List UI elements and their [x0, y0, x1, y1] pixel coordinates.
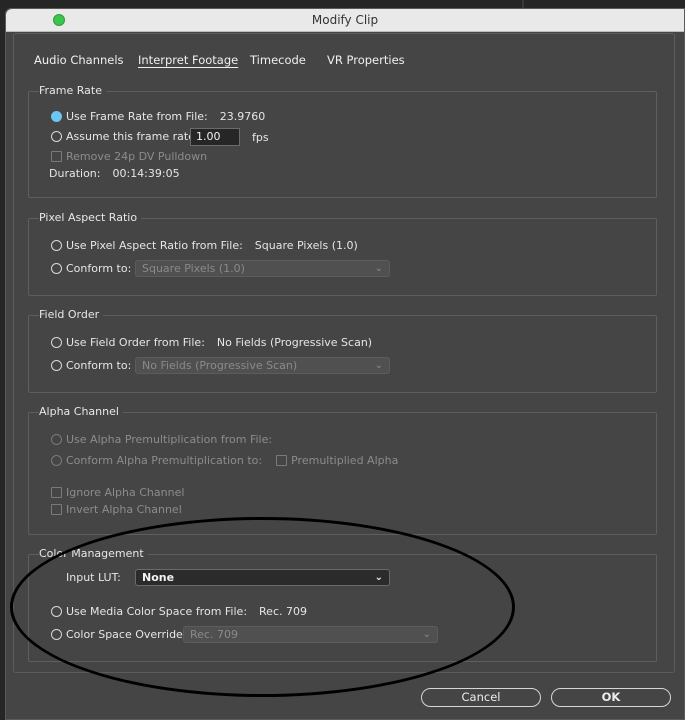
ignore-alpha-checkbox[interactable]	[51, 487, 62, 498]
assume-frame-rate-label: Assume this frame rate:	[66, 130, 199, 143]
pixel-aspect-conform-radio[interactable]	[51, 263, 62, 274]
premultiplied-alpha-checkbox[interactable]	[276, 455, 288, 466]
color-space-override-option[interactable]: Color Space Override:	[51, 628, 187, 641]
remove-pulldown-checkbox[interactable]	[51, 151, 62, 162]
field-order-conform-select[interactable]: No Fields (Progressive Scan) ⌄	[135, 357, 390, 374]
pixel-aspect-conform-label: Conform to:	[66, 262, 132, 275]
field-order-conform-option[interactable]: Conform to:	[51, 359, 131, 372]
field-order-from-file-label: Use Field Order from File:	[66, 336, 205, 349]
ignore-alpha-label: Ignore Alpha Channel	[66, 486, 185, 499]
use-media-color-space-value: Rec. 709	[259, 605, 307, 618]
tab-audio-channels[interactable]: Audio Channels	[34, 53, 124, 67]
field-order-heading: Field Order	[39, 308, 104, 321]
field-order-conform-value: No Fields (Progressive Scan)	[142, 359, 298, 372]
ignore-alpha-option[interactable]: Ignore Alpha Channel	[51, 486, 184, 499]
invert-alpha-checkbox[interactable]	[51, 504, 62, 515]
chevron-down-icon: ⌄	[374, 572, 383, 583]
remove-pulldown-option[interactable]: Remove 24p DV Pulldown	[51, 150, 207, 163]
duration-label: Duration:	[49, 167, 101, 180]
frame-rate-from-file-radio[interactable]	[51, 111, 62, 122]
alpha-premult-conform-radio[interactable]	[51, 455, 62, 466]
alpha-premult-conform-option[interactable]: Conform Alpha Premultiplication to: Prem…	[51, 454, 398, 467]
field-order-group	[28, 315, 657, 393]
color-management-heading: Color Management	[39, 547, 148, 560]
use-media-color-space-option[interactable]: Use Media Color Space from File: Rec. 70…	[51, 605, 307, 618]
pixel-aspect-group	[28, 218, 657, 296]
pixel-aspect-from-file-radio[interactable]	[51, 240, 62, 251]
tab-vr-properties[interactable]: VR Properties	[327, 53, 405, 67]
color-space-override-value: Rec. 709	[190, 628, 238, 641]
ok-button[interactable]: OK	[551, 688, 671, 707]
frame-rate-group	[28, 91, 657, 198]
pixel-aspect-conform-select[interactable]: Square Pixels (1.0) ⌄	[135, 260, 390, 277]
color-space-override-radio[interactable]	[51, 629, 62, 640]
input-lut-label: Input LUT:	[66, 571, 121, 584]
assume-frame-rate-radio[interactable]	[51, 131, 62, 142]
remove-pulldown-label: Remove 24p DV Pulldown	[66, 150, 208, 163]
assume-frame-rate-option[interactable]: Assume this frame rate:	[51, 130, 199, 143]
color-space-override-select[interactable]: Rec. 709 ⌄	[183, 626, 438, 643]
pixel-aspect-from-file-option[interactable]: Use Pixel Aspect Ratio from File: Square…	[51, 239, 358, 252]
alpha-premult-from-file-option[interactable]: Use Alpha Premultiplication from File:	[51, 433, 272, 446]
window-title: Modify Clip	[311, 13, 379, 27]
field-order-from-file-option[interactable]: Use Field Order from File: No Fields (Pr…	[51, 336, 372, 349]
field-order-from-file-value: No Fields (Progressive Scan)	[216, 336, 373, 349]
chevron-down-icon: ⌄	[422, 629, 431, 640]
alpha-channel-heading: Alpha Channel	[39, 405, 123, 418]
invert-alpha-label: Invert Alpha Channel	[66, 503, 182, 516]
field-order-conform-radio[interactable]	[51, 360, 62, 371]
frame-rate-heading: Frame Rate	[39, 84, 106, 97]
frame-rate-from-file-label: Use Frame Rate from File:	[66, 110, 208, 123]
duration-row: Duration: 00:14:39:05	[49, 167, 180, 180]
background-divider	[522, 0, 524, 8]
pixel-aspect-conform-option[interactable]: Conform to:	[51, 262, 131, 275]
input-lut-value: None	[142, 571, 175, 584]
use-media-color-space-radio[interactable]	[51, 606, 62, 617]
pixel-aspect-from-file-value: Square Pixels (1.0)	[254, 239, 358, 252]
chevron-down-icon: ⌄	[374, 360, 383, 371]
tab-timecode[interactable]: Timecode	[250, 53, 306, 67]
duration-value: 00:14:39:05	[112, 167, 180, 180]
chevron-down-icon: ⌄	[374, 263, 383, 274]
input-lut-select[interactable]: None ⌄	[135, 569, 390, 586]
pixel-aspect-heading: Pixel Aspect Ratio	[39, 211, 142, 224]
alpha-channel-group	[28, 412, 657, 535]
pixel-aspect-from-file-label: Use Pixel Aspect Ratio from File:	[66, 239, 243, 252]
premultiplied-alpha-label: Premultiplied Alpha	[291, 454, 399, 467]
title-bar: Modify Clip	[6, 9, 684, 32]
alpha-premult-from-file-label: Use Alpha Premultiplication from File:	[66, 433, 273, 446]
frame-rate-from-file-option[interactable]: Use Frame Rate from File: 23.9760	[51, 110, 265, 123]
tab-interpret-footage[interactable]: Interpret Footage	[138, 53, 238, 67]
field-order-from-file-radio[interactable]	[51, 337, 62, 348]
invert-alpha-option[interactable]: Invert Alpha Channel	[51, 503, 182, 516]
color-space-override-label: Color Space Override:	[66, 628, 187, 641]
pixel-aspect-conform-value: Square Pixels (1.0)	[142, 262, 245, 275]
use-media-color-space-label: Use Media Color Space from File:	[66, 605, 248, 618]
field-order-conform-label: Conform to:	[66, 359, 132, 372]
cancel-button[interactable]: Cancel	[421, 688, 541, 707]
frame-rate-input[interactable]: 1.00	[190, 128, 240, 146]
frame-rate-from-file-value: 23.9760	[219, 110, 266, 123]
alpha-premult-from-file-radio[interactable]	[51, 434, 62, 445]
alpha-premult-conform-label: Conform Alpha Premultiplication to:	[66, 454, 263, 467]
fps-unit-label: fps	[252, 131, 269, 144]
